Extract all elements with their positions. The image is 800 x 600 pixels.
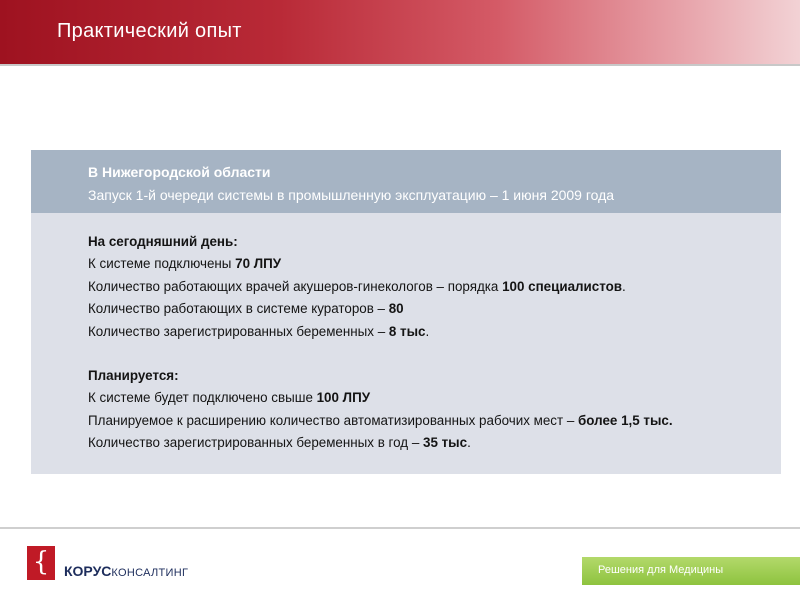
planned-lpu-line: К системе будет подключено свыше 100 ЛПУ [88, 390, 371, 406]
panel-header: В Нижегородской области Запуск 1-й очере… [31, 150, 781, 213]
planned-workplaces-line: Планируемое к расширению количество авто… [88, 412, 673, 428]
planned-heading: Планируется: [88, 368, 179, 384]
planned-pregnant-line: Количество зарегистрированных беременных… [88, 435, 471, 451]
today-heading: На сегодняшний день: [88, 234, 238, 249]
today-doctors-line: Количество работающих врачей акушеров-ги… [88, 278, 626, 294]
today-curators-line: Количество работающих в системе кураторо… [88, 301, 404, 317]
content-panel: В Нижегородской области Запуск 1-й очере… [31, 150, 781, 474]
slide-header: Практический опыт [0, 0, 800, 66]
region-title: В Нижегородской области [88, 164, 271, 180]
solutions-badge-label: Решения для Медицины [598, 564, 724, 576]
panel-body: На сегодняшний день: К системе подключен… [88, 231, 768, 455]
slide-title: Практический опыт [57, 20, 242, 42]
launch-date-text: Запуск 1-й очереди системы в промышленну… [88, 187, 615, 203]
footer-divider [0, 527, 800, 529]
company-logo-text: КОРУСКОНСАЛТИНГ [64, 563, 189, 579]
today-pregnant-line: Количество зарегистрированных беременных… [88, 323, 430, 339]
today-lpu-line: К системе подключены 70 ЛПУ [88, 256, 282, 272]
solutions-badge: Решения для Медицины [582, 557, 800, 585]
company-logo-icon: { [27, 546, 55, 580]
